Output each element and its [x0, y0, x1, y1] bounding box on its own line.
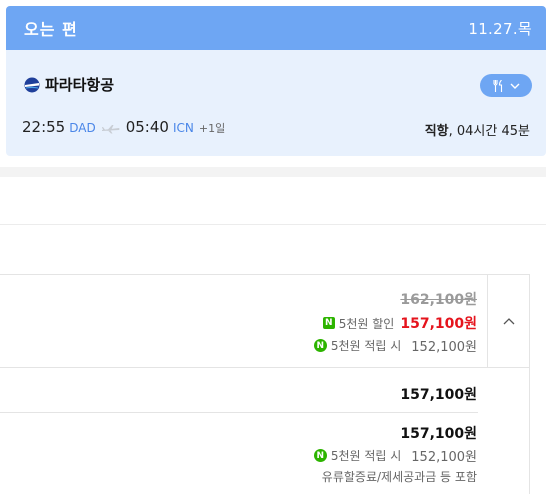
discounted-price: 157,100원: [400, 316, 477, 332]
chevron-up-icon: [503, 318, 515, 325]
naver-points-icon: N: [313, 449, 327, 462]
fare-total-price: 157,100원: [400, 426, 477, 442]
flight-date: 11.27.목: [468, 19, 532, 38]
fare-summary-row: 162,100원 N 5천원 할인 157,100원 N 5천원 적립 시 15…: [0, 275, 488, 367]
departure-time: 22:55: [22, 118, 66, 136]
points-price: 152,100원: [411, 340, 477, 355]
discount-label: 5천원 할인: [338, 316, 395, 331]
duration-value: , 04시간 45분: [448, 124, 530, 139]
section-divider: [0, 167, 546, 177]
naver-badge-icon: N: [322, 317, 335, 329]
flight-times: 22:55 DAD 05:40 ICN +1일: [22, 118, 225, 136]
total-points-line: N 5천원 적립 시 152,100원: [313, 446, 477, 465]
flight-direction-title: 오는 편: [24, 20, 78, 39]
fork-knife-icon: [493, 79, 503, 92]
fare-inclusion-note: 유류할증료/제세공과금 등 포함: [321, 470, 477, 484]
discount-line: N 5천원 할인 157,100원: [322, 313, 477, 333]
points-label: 5천원 적립 시: [330, 339, 402, 353]
chevron-down-icon: [510, 83, 520, 89]
fare-table: 162,100원 N 5천원 할인 157,100원 N 5천원 적립 시 15…: [0, 274, 530, 494]
day-offset: +1일: [198, 122, 226, 135]
flight-duration: 직항, 04시간 45분: [425, 120, 530, 139]
row-separator: [0, 412, 478, 413]
fare-row-price: 157,100원: [400, 387, 477, 403]
arrival-time: 05:40: [125, 118, 169, 136]
airline-info: 파라타항공: [24, 74, 114, 95]
flight-header: 오는 편 11.27.목: [6, 6, 546, 50]
airline-name: 파라타항공: [45, 76, 115, 94]
return-flight-card: 오는 편 11.27.목 파라타항공 22:55 DAD 05:40 ICN +…: [6, 6, 546, 156]
row-separator: [0, 367, 530, 368]
departure-airport: DAD: [69, 121, 96, 135]
points-line: N 5천원 적립 시 152,100원: [313, 336, 477, 355]
divider-line: [0, 224, 546, 225]
direct-flight-label: 직항: [424, 124, 449, 139]
flight-details: 파라타항공 22:55 DAD 05:40 ICN +1일 직항, 04시간 4…: [6, 50, 546, 156]
collapse-toggle-button[interactable]: [488, 275, 530, 367]
airline-logo-icon: [24, 77, 40, 92]
naver-points-icon: N: [313, 339, 327, 352]
total-points-price: 152,100원: [411, 450, 477, 465]
total-points-label: 5천원 적립 시: [330, 449, 402, 463]
airplane-icon: [101, 125, 120, 134]
original-price: 162,100원: [400, 292, 477, 308]
arrival-airport: ICN: [172, 121, 194, 135]
meal-info-button[interactable]: [480, 74, 532, 97]
